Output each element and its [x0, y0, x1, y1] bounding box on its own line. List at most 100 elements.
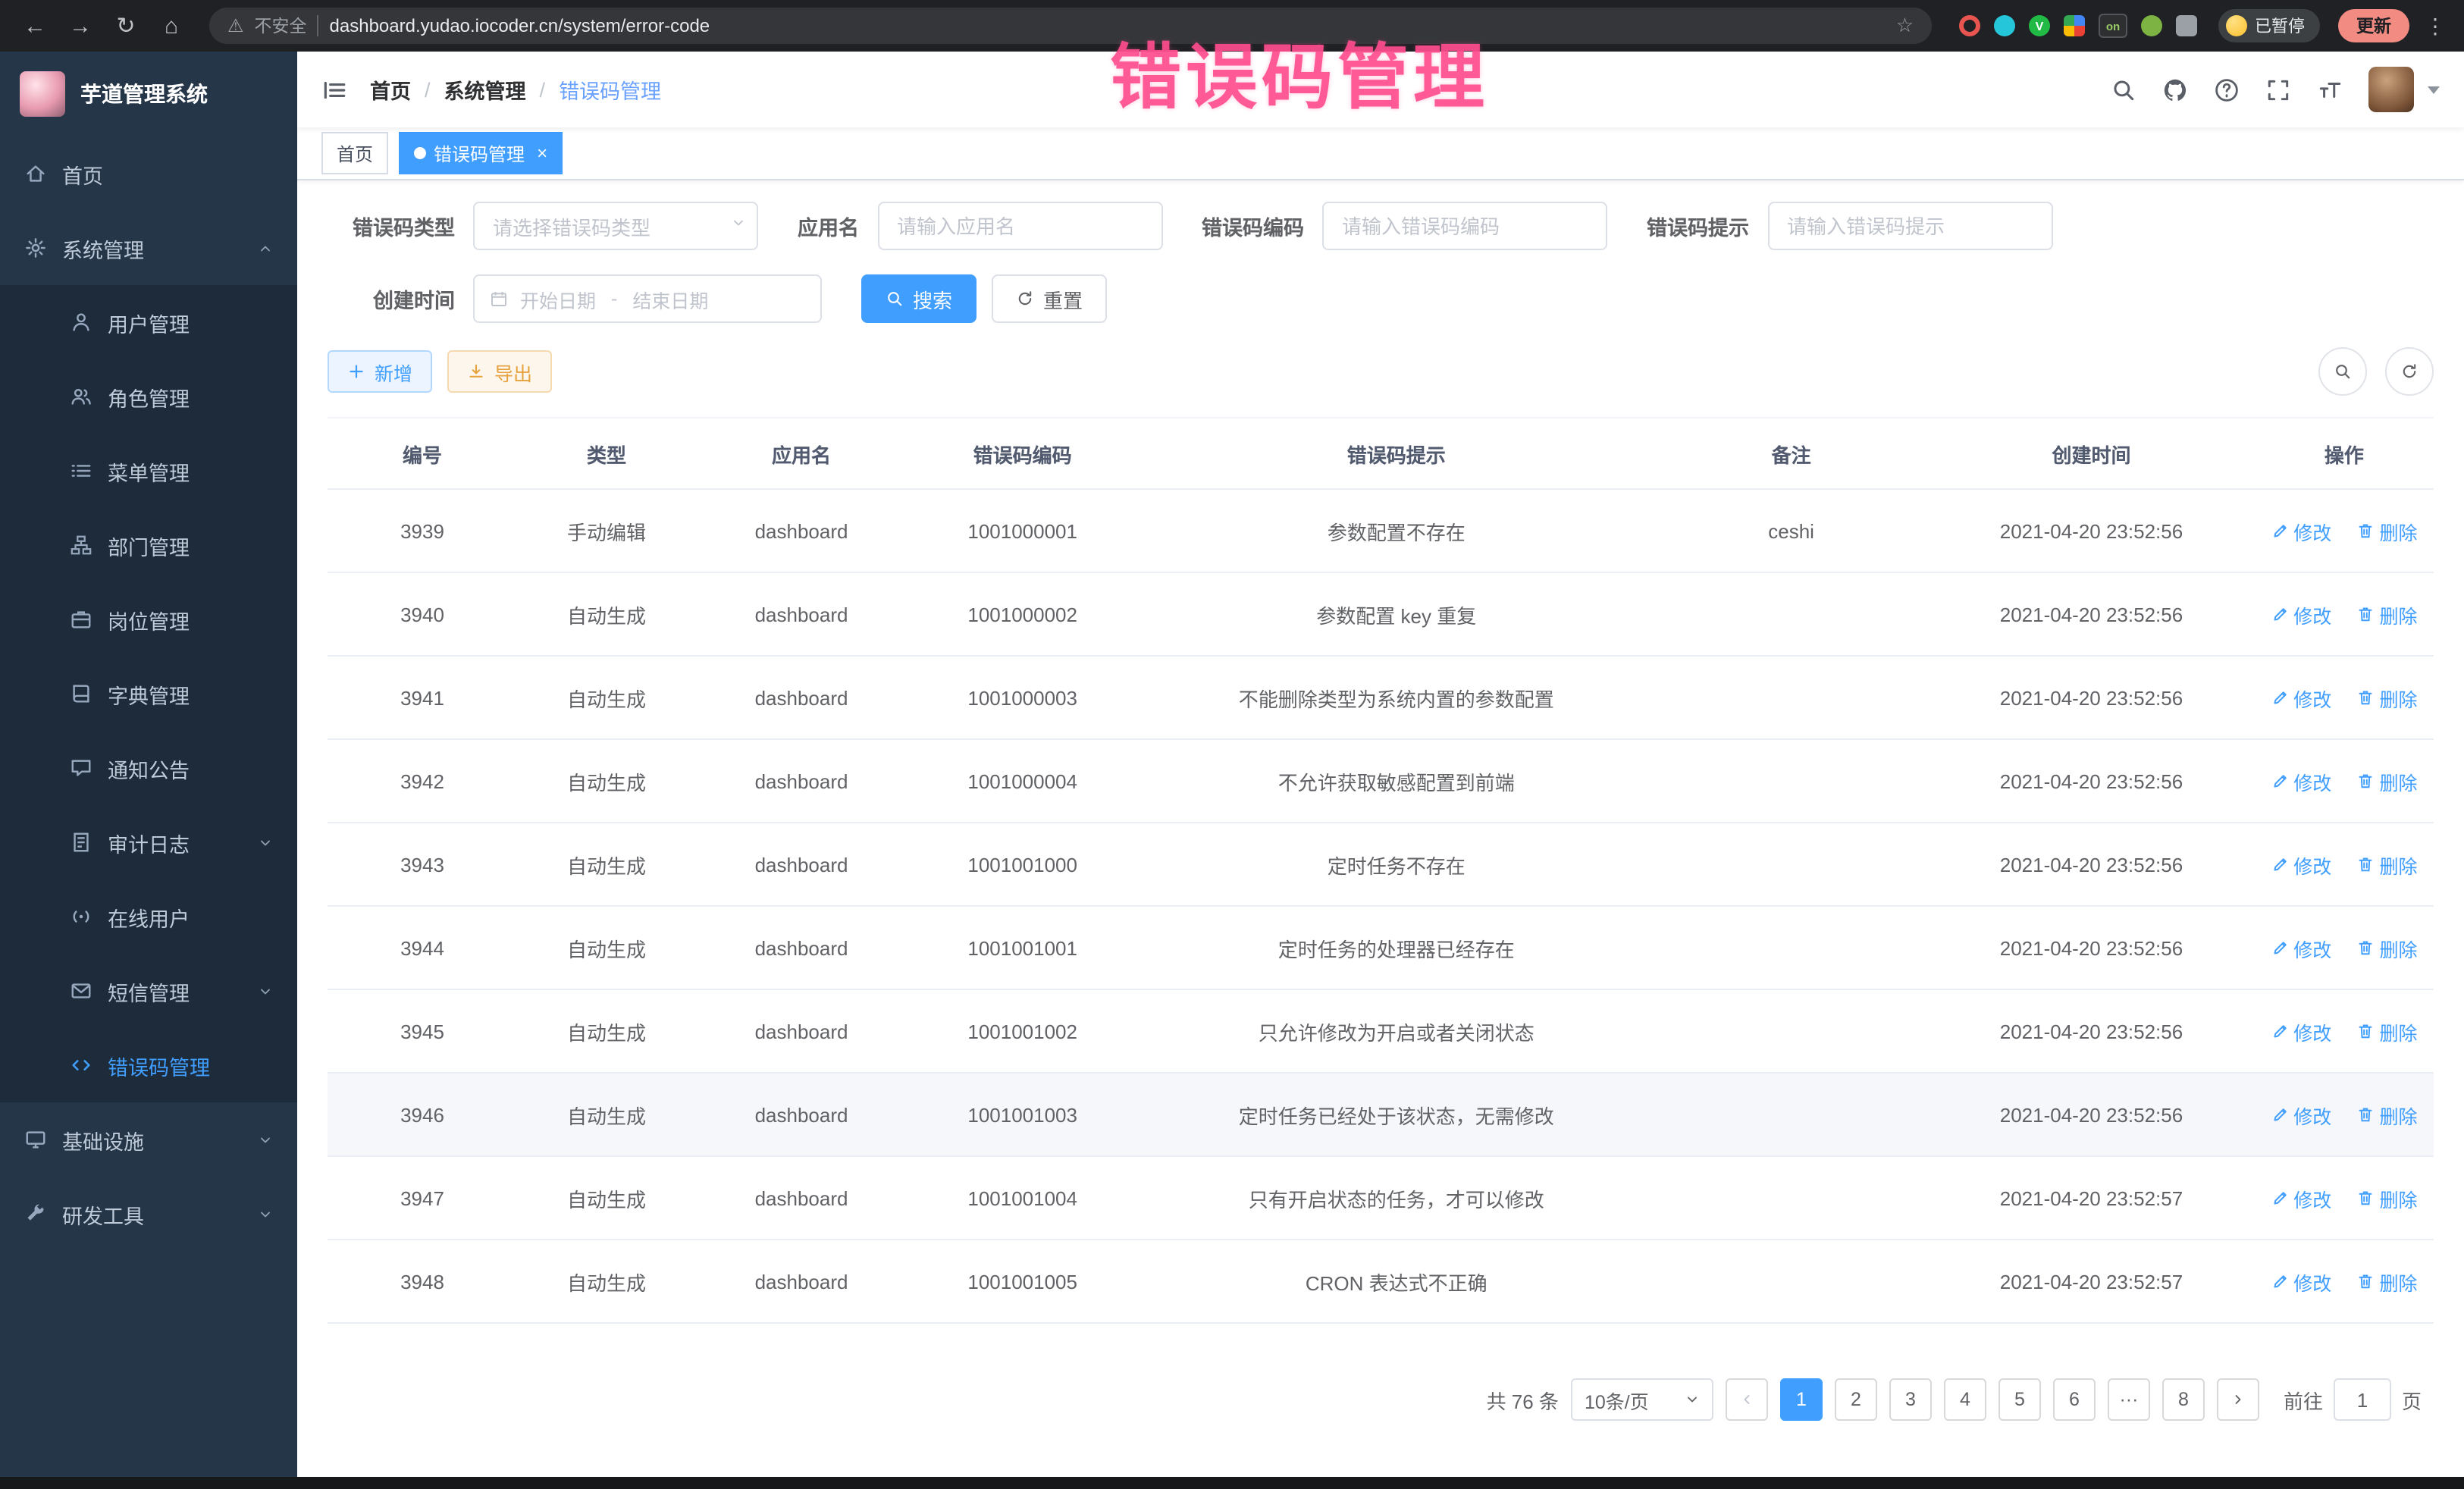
user-avatar[interactable]: [2368, 67, 2414, 112]
sidebar-item-post-management[interactable]: 岗位管理: [0, 582, 297, 657]
sidebar-item-infrastructure[interactable]: 基础设施: [0, 1102, 297, 1177]
edit-link[interactable]: 修改: [2271, 1017, 2331, 1045]
breadcrumb-system-management[interactable]: 系统管理: [444, 74, 526, 105]
blocks-extension-icon[interactable]: [2064, 15, 2085, 36]
fullscreen-icon[interactable]: [2265, 77, 2291, 102]
address-bar[interactable]: ⚠ 不安全 dashboard.yudao.iocoder.cn/system/…: [209, 8, 1932, 44]
sidebar-item-home[interactable]: 首页: [0, 136, 297, 211]
delete-link[interactable]: 删除: [2357, 1267, 2418, 1296]
toggle-search-button[interactable]: [2318, 347, 2367, 396]
edit-link[interactable]: 修改: [2271, 1183, 2331, 1212]
profile-paused-chip[interactable]: 已暂停: [2218, 9, 2320, 42]
edit-link[interactable]: 修改: [2271, 1267, 2331, 1296]
column-header-id: 编号: [328, 418, 517, 489]
breadcrumb-home[interactable]: 首页: [370, 74, 411, 105]
sidebar-item-system-management[interactable]: 系统管理: [0, 211, 297, 285]
profile-emoji-icon: [2226, 15, 2247, 36]
red-ring-extension-icon[interactable]: [1959, 15, 1980, 36]
green-extension-icon[interactable]: V: [2029, 15, 2050, 36]
sidebar-item-menu-management[interactable]: 菜单管理: [0, 434, 297, 508]
mail-icon: [70, 980, 92, 1002]
edit-link[interactable]: 修改: [2271, 683, 2331, 712]
page-button-5[interactable]: 5: [1998, 1378, 2041, 1421]
delete-link[interactable]: 删除: [2357, 1017, 2418, 1045]
app-name-input[interactable]: [877, 202, 1162, 250]
tab-error-code-management[interactable]: 错误码管理 ×: [399, 132, 563, 174]
search-button[interactable]: 搜索: [861, 274, 977, 323]
table-row: 3947自动生成 dashboard1001001004 只有开启状态的任务，才…: [328, 1156, 2434, 1240]
teal-extension-icon[interactable]: [1994, 15, 2015, 36]
edit-icon: [2271, 1022, 2289, 1040]
reset-button[interactable]: 重置: [992, 274, 1107, 323]
refresh-table-button[interactable]: [2385, 347, 2434, 396]
bookmark-star-icon[interactable]: ☆: [1896, 14, 1914, 38]
delete-link[interactable]: 删除: [2357, 766, 2418, 795]
page-button-8[interactable]: 8: [2162, 1378, 2205, 1421]
browser-reload-icon[interactable]: ↻: [106, 12, 146, 39]
create-time-range-picker[interactable]: 开始日期 - 结束日期: [473, 274, 822, 323]
delete-link[interactable]: 删除: [2357, 1100, 2418, 1129]
sidebar-item-error-code-management[interactable]: 错误码管理: [0, 1028, 297, 1102]
browser-forward-icon[interactable]: →: [61, 13, 100, 39]
sidebar-item-sms-management[interactable]: 短信管理: [0, 954, 297, 1028]
page-button-2[interactable]: 2: [1835, 1378, 1877, 1421]
sidebar-item-dept-management[interactable]: 部门管理: [0, 508, 297, 582]
page-button-1[interactable]: 1: [1780, 1378, 1823, 1421]
close-icon[interactable]: ×: [537, 143, 547, 164]
font-size-icon[interactable]: [2317, 77, 2343, 102]
page-button-6[interactable]: 6: [2053, 1378, 2096, 1421]
edit-link[interactable]: 修改: [2271, 933, 2331, 962]
delete-link[interactable]: 删除: [2357, 850, 2418, 879]
calendar-icon: [490, 290, 508, 308]
paw-extension-icon[interactable]: [2141, 15, 2162, 36]
avatar-caret-icon[interactable]: [2428, 86, 2440, 93]
delete-link[interactable]: 删除: [2357, 1183, 2418, 1212]
sidebar-item-dict-management[interactable]: 字典管理: [0, 657, 297, 731]
sidebar-item-role-management[interactable]: 角色管理: [0, 359, 297, 434]
help-icon[interactable]: [2214, 77, 2240, 102]
page-button-4[interactable]: 4: [1944, 1378, 1986, 1421]
delete-link[interactable]: 删除: [2357, 683, 2418, 712]
search-icon[interactable]: [2111, 77, 2136, 102]
edit-link[interactable]: 修改: [2271, 1100, 2331, 1129]
delete-link[interactable]: 删除: [2357, 933, 2418, 962]
sidebar-item-online-users[interactable]: 在线用户: [0, 879, 297, 954]
prev-page-button[interactable]: [1726, 1378, 1768, 1421]
error-code-input[interactable]: [1322, 202, 1607, 250]
delete-link[interactable]: 删除: [2357, 600, 2418, 629]
edit-link[interactable]: 修改: [2271, 516, 2331, 545]
goto-page-input[interactable]: [2334, 1378, 2391, 1421]
on-badge-extension-icon[interactable]: on: [2099, 14, 2127, 38]
browser-menu-icon[interactable]: ⋮: [2422, 13, 2449, 39]
browser-update-button[interactable]: 更新: [2338, 9, 2409, 42]
edit-link[interactable]: 修改: [2271, 850, 2331, 879]
sidebar-item-audit-log[interactable]: 审计日志: [0, 805, 297, 879]
next-page-button[interactable]: [2217, 1378, 2259, 1421]
pagination: 共 76 条 10条/页 1 2 3 4 5 6 ··· 8: [328, 1378, 2434, 1421]
github-icon[interactable]: [2162, 77, 2188, 102]
download-icon: [467, 362, 485, 381]
delete-link[interactable]: 删除: [2357, 516, 2418, 545]
browser-back-icon[interactable]: ←: [15, 13, 55, 39]
edit-link[interactable]: 修改: [2271, 600, 2331, 629]
sidebar-logo[interactable]: 芋道管理系统: [0, 52, 297, 136]
book-icon: [70, 682, 92, 705]
page-button-3[interactable]: 3: [1889, 1378, 1932, 1421]
table-row: 3940自动生成 dashboard1001000002 参数配置 key 重复…: [328, 572, 2434, 656]
add-button[interactable]: 新增: [328, 350, 432, 393]
actions-cell: 修改 删除: [2255, 823, 2434, 906]
sidebar-item-notice-management[interactable]: 通知公告: [0, 731, 297, 805]
error-code-type-select[interactable]: 请选择错误码类型: [473, 202, 758, 250]
browser-home-icon[interactable]: ⌂: [152, 13, 191, 39]
page-size-select[interactable]: 10条/页: [1571, 1378, 1713, 1421]
hamburger-icon[interactable]: [321, 77, 347, 102]
edit-link[interactable]: 修改: [2271, 766, 2331, 795]
error-hint-input[interactable]: [1767, 202, 2052, 250]
sidebar-item-user-management[interactable]: 用户管理: [0, 285, 297, 359]
sidebar-item-dev-tools[interactable]: 研发工具: [0, 1177, 297, 1251]
page-ellipsis[interactable]: ···: [2108, 1378, 2150, 1421]
pin-extension-icon[interactable]: [2176, 15, 2197, 36]
export-button[interactable]: 导出: [447, 350, 552, 393]
tab-home[interactable]: 首页: [321, 132, 388, 174]
paused-label: 已暂停: [2255, 14, 2305, 38]
